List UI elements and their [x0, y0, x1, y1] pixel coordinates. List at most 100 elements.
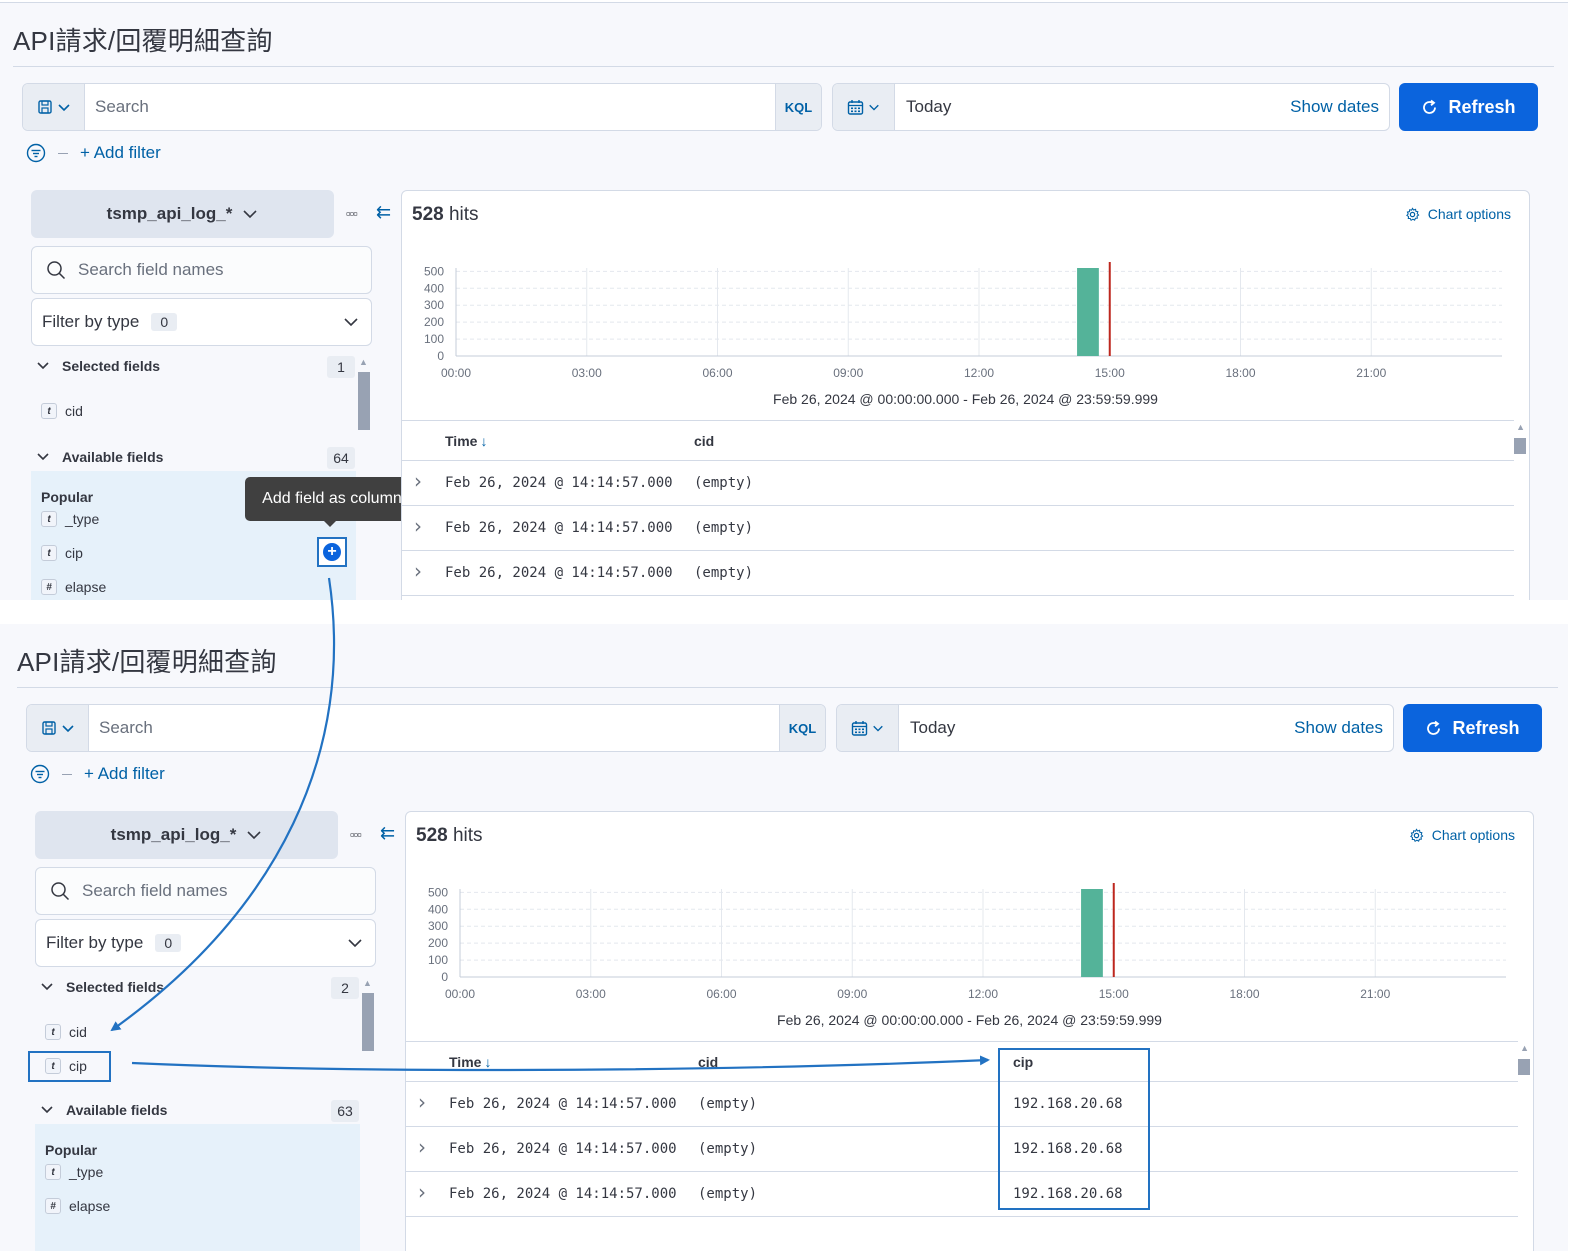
- x-tick-label: 09:00: [833, 366, 863, 380]
- popular-label: Popular: [41, 489, 94, 505]
- page-title: API請求/回覆明細查詢: [17, 647, 277, 677]
- chart-options-button[interactable]: Chart options: [1409, 827, 1515, 843]
- refresh-label: Refresh: [1448, 96, 1516, 117]
- expand-row-icon[interactable]: ›: [418, 1180, 426, 1204]
- number-type-icon: #: [41, 579, 57, 595]
- query-language-button[interactable]: KQL: [779, 705, 825, 751]
- refresh-button[interactable]: Refresh: [1399, 83, 1538, 131]
- y-tick-label: 200: [424, 315, 444, 329]
- sidebar-options-icon[interactable]: ▫▫▫: [346, 206, 358, 221]
- quick-date-button[interactable]: [833, 84, 895, 130]
- sidebar-scrollbar[interactable]: [362, 993, 374, 1051]
- available-fields-toggle[interactable]: Available fields: [36, 449, 163, 465]
- y-tick-label: 400: [428, 902, 448, 916]
- show-dates-link[interactable]: Show dates: [1294, 718, 1393, 738]
- filter-menu-icon[interactable]: [26, 143, 46, 163]
- filter-divider: [62, 773, 72, 775]
- available-fields-toggle[interactable]: Available fields: [40, 1102, 167, 1118]
- y-tick-label: 0: [437, 349, 444, 363]
- selected-field-cid[interactable]: t cid: [45, 1024, 87, 1040]
- cell-cid: (empty): [694, 565, 754, 581]
- chart-options-button[interactable]: Chart options: [1405, 206, 1511, 222]
- collapse-sidebar-icon[interactable]: ⇇: [380, 823, 395, 844]
- selected-fields-label: Selected fields: [66, 979, 165, 995]
- show-dates-link[interactable]: Show dates: [1290, 97, 1389, 117]
- sort-arrow-icon[interactable]: ↓: [484, 1054, 491, 1070]
- column-header-time[interactable]: Time ↓: [445, 433, 487, 449]
- query-language-button[interactable]: KQL: [775, 84, 821, 130]
- index-pattern-selector[interactable]: tsmp_api_log_*: [35, 811, 338, 859]
- popular-field-elapse[interactable]: # elapse: [41, 579, 106, 595]
- selected-fields-toggle[interactable]: Selected fields: [36, 358, 160, 374]
- index-pattern-selector[interactable]: tsmp_api_log_*: [31, 190, 334, 238]
- filter-by-type-label: Filter by type: [42, 312, 140, 331]
- sidebar-scrollbar[interactable]: [358, 372, 370, 430]
- refresh-button[interactable]: Refresh: [1403, 704, 1542, 752]
- chevron-down-icon: [344, 318, 358, 327]
- sort-arrow-icon[interactable]: ↓: [480, 433, 487, 449]
- column-header-time[interactable]: Time ↓: [449, 1054, 491, 1070]
- saved-query-button[interactable]: [27, 705, 89, 751]
- expand-row-icon[interactable]: ›: [414, 559, 422, 583]
- hit-count-label: hits: [448, 204, 479, 225]
- expand-row-icon[interactable]: ›: [414, 469, 422, 493]
- popular-field-_type[interactable]: t _type: [45, 1164, 103, 1180]
- filter-bar: + Add filter: [30, 764, 165, 784]
- refresh-icon: [1427, 720, 1441, 735]
- popular-field-elapse[interactable]: # elapse: [45, 1198, 110, 1214]
- filter-divider: [58, 152, 68, 154]
- x-tick-label: 21:00: [1360, 987, 1390, 1001]
- available-fields-label: Available fields: [66, 1102, 168, 1118]
- cell-cid: (empty): [698, 1141, 758, 1157]
- scroll-up-icon[interactable]: ▲: [363, 978, 372, 988]
- search-input[interactable]: Search: [85, 97, 775, 117]
- y-tick-label: 400: [424, 281, 444, 295]
- page-title: API請求/回覆明細查詢: [13, 26, 273, 56]
- filter-by-type-button[interactable]: Filter by type 0: [35, 919, 376, 967]
- chevron-down-icon: [243, 210, 257, 219]
- add-filter-button[interactable]: + Add filter: [84, 764, 165, 784]
- chevron-down-icon: [41, 983, 53, 991]
- selected-fields-toggle[interactable]: Selected fields: [40, 979, 164, 995]
- chevron-down-icon: [873, 725, 883, 732]
- column-header-cid[interactable]: cid: [694, 433, 714, 449]
- date-range-value[interactable]: Today: [895, 97, 1290, 117]
- filter-by-type-button[interactable]: Filter by type 0: [31, 298, 372, 346]
- filter-menu-icon[interactable]: [30, 764, 50, 784]
- highlight-new-column: [998, 1048, 1150, 1210]
- gear-icon: [1405, 206, 1420, 221]
- table-row: › Feb 26, 2024 @ 14:14:57.000 (empty) 192.1…: [406, 1172, 1518, 1217]
- field-search-input[interactable]: Search field names: [35, 867, 376, 915]
- expand-row-icon[interactable]: ›: [418, 1090, 426, 1114]
- x-tick-label: 12:00: [968, 987, 998, 1001]
- chevron-down-icon: [247, 831, 261, 840]
- expand-row-icon[interactable]: ›: [414, 514, 422, 538]
- y-tick-label: 200: [428, 936, 448, 950]
- search-input[interactable]: Search: [89, 718, 779, 738]
- collapse-sidebar-icon[interactable]: ⇇: [376, 202, 391, 223]
- expand-row-icon[interactable]: ›: [418, 1135, 426, 1159]
- date-range-value[interactable]: Today: [899, 718, 1294, 738]
- before-screenshot: API請求/回覆明細查詢 Search KQL Today Show dates…: [0, 2, 1568, 600]
- selected-count-badge: 1: [327, 356, 355, 378]
- quick-date-button[interactable]: [837, 705, 899, 751]
- table-row: › Feb 26, 2024 @ 14:14:57.000 (empty): [402, 506, 1514, 551]
- popular-field-cip[interactable]: t cip: [41, 545, 83, 561]
- cell-time: Feb 26, 2024 @ 14:14:57.000: [449, 1096, 677, 1112]
- sidebar-options-icon[interactable]: ▫▫▫: [350, 827, 362, 842]
- x-tick-label: 00:00: [441, 366, 471, 380]
- cell-cid: (empty): [698, 1186, 758, 1202]
- scroll-up-icon[interactable]: ▲: [359, 357, 368, 367]
- add-filter-button[interactable]: + Add filter: [80, 143, 161, 163]
- column-header-cid[interactable]: cid: [698, 1054, 718, 1070]
- column-header-label: Time: [449, 1054, 482, 1070]
- selected-fields-label: Selected fields: [62, 358, 161, 374]
- saved-query-button[interactable]: [23, 84, 85, 130]
- calendar-icon: [847, 99, 864, 115]
- selected-field-cid[interactable]: t cid: [41, 403, 83, 419]
- popular-field-_type[interactable]: t _type: [41, 511, 99, 527]
- field-search-input[interactable]: Search field names: [31, 246, 372, 294]
- add-field-as-column-button[interactable]: +: [317, 537, 347, 567]
- popular-label: Popular: [45, 1142, 98, 1158]
- title-divider: [13, 66, 1554, 67]
